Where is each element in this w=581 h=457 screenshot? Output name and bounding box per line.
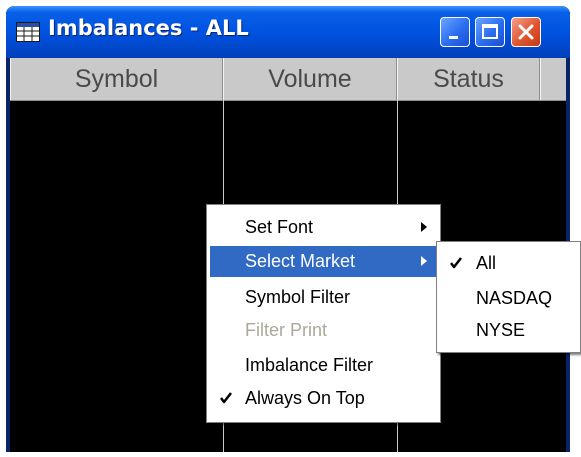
- column-header-volume[interactable]: Volume: [223, 58, 397, 100]
- column-header-status[interactable]: Status: [397, 58, 540, 100]
- market-submenu: All NASDAQ NYSE: [436, 241, 581, 353]
- menu-item-label: Always On Top: [245, 388, 365, 408]
- grid-header: Symbol Volume Status: [10, 58, 566, 101]
- market-option-nasdaq[interactable]: NASDAQ: [440, 282, 579, 314]
- menu-item-imbalance-filter[interactable]: Imbalance Filter: [210, 350, 437, 381]
- submenu-arrow-icon: [421, 256, 427, 266]
- submenu-arrow-icon: [421, 222, 427, 232]
- menu-item-label: Select Market: [245, 251, 356, 271]
- minimize-button[interactable]: [440, 17, 470, 47]
- close-button[interactable]: [511, 17, 541, 47]
- maximize-button[interactable]: [475, 17, 505, 47]
- title-bar[interactable]: Imbalances - ALL: [6, 6, 570, 58]
- market-option-label: All: [476, 253, 497, 273]
- context-menu: Set Font Select Market Symbol Filter Fil…: [206, 204, 441, 423]
- column-header-filler: [540, 58, 566, 100]
- menu-item-label: Symbol Filter: [245, 287, 351, 307]
- menu-item-symbol-filter[interactable]: Symbol Filter: [210, 282, 437, 313]
- close-icon: [518, 24, 534, 40]
- market-option-label: NASDAQ: [476, 288, 553, 308]
- menu-item-label: Set Font: [245, 217, 314, 237]
- window-title: Imbalances - ALL: [48, 16, 249, 40]
- grid-icon: [16, 22, 40, 42]
- maximize-icon: [482, 24, 498, 39]
- market-option-all[interactable]: All: [440, 247, 579, 279]
- market-option-label: NYSE: [476, 320, 526, 340]
- checkmark-icon: [218, 390, 234, 411]
- column-header-symbol[interactable]: Symbol: [10, 58, 223, 100]
- menu-item-always-on-top[interactable]: Always On Top: [210, 383, 437, 414]
- minimize-icon: [449, 36, 458, 39]
- checkmark-icon: [448, 255, 464, 276]
- menu-item-label: Imbalance Filter: [245, 355, 374, 375]
- menu-item-select-market[interactable]: Select Market: [210, 246, 437, 277]
- menu-item-label: Filter Print: [245, 320, 328, 340]
- market-option-nyse[interactable]: NYSE: [440, 314, 579, 346]
- menu-item-filter-print: Filter Print: [210, 315, 437, 346]
- menu-item-set-font[interactable]: Set Font: [210, 212, 437, 243]
